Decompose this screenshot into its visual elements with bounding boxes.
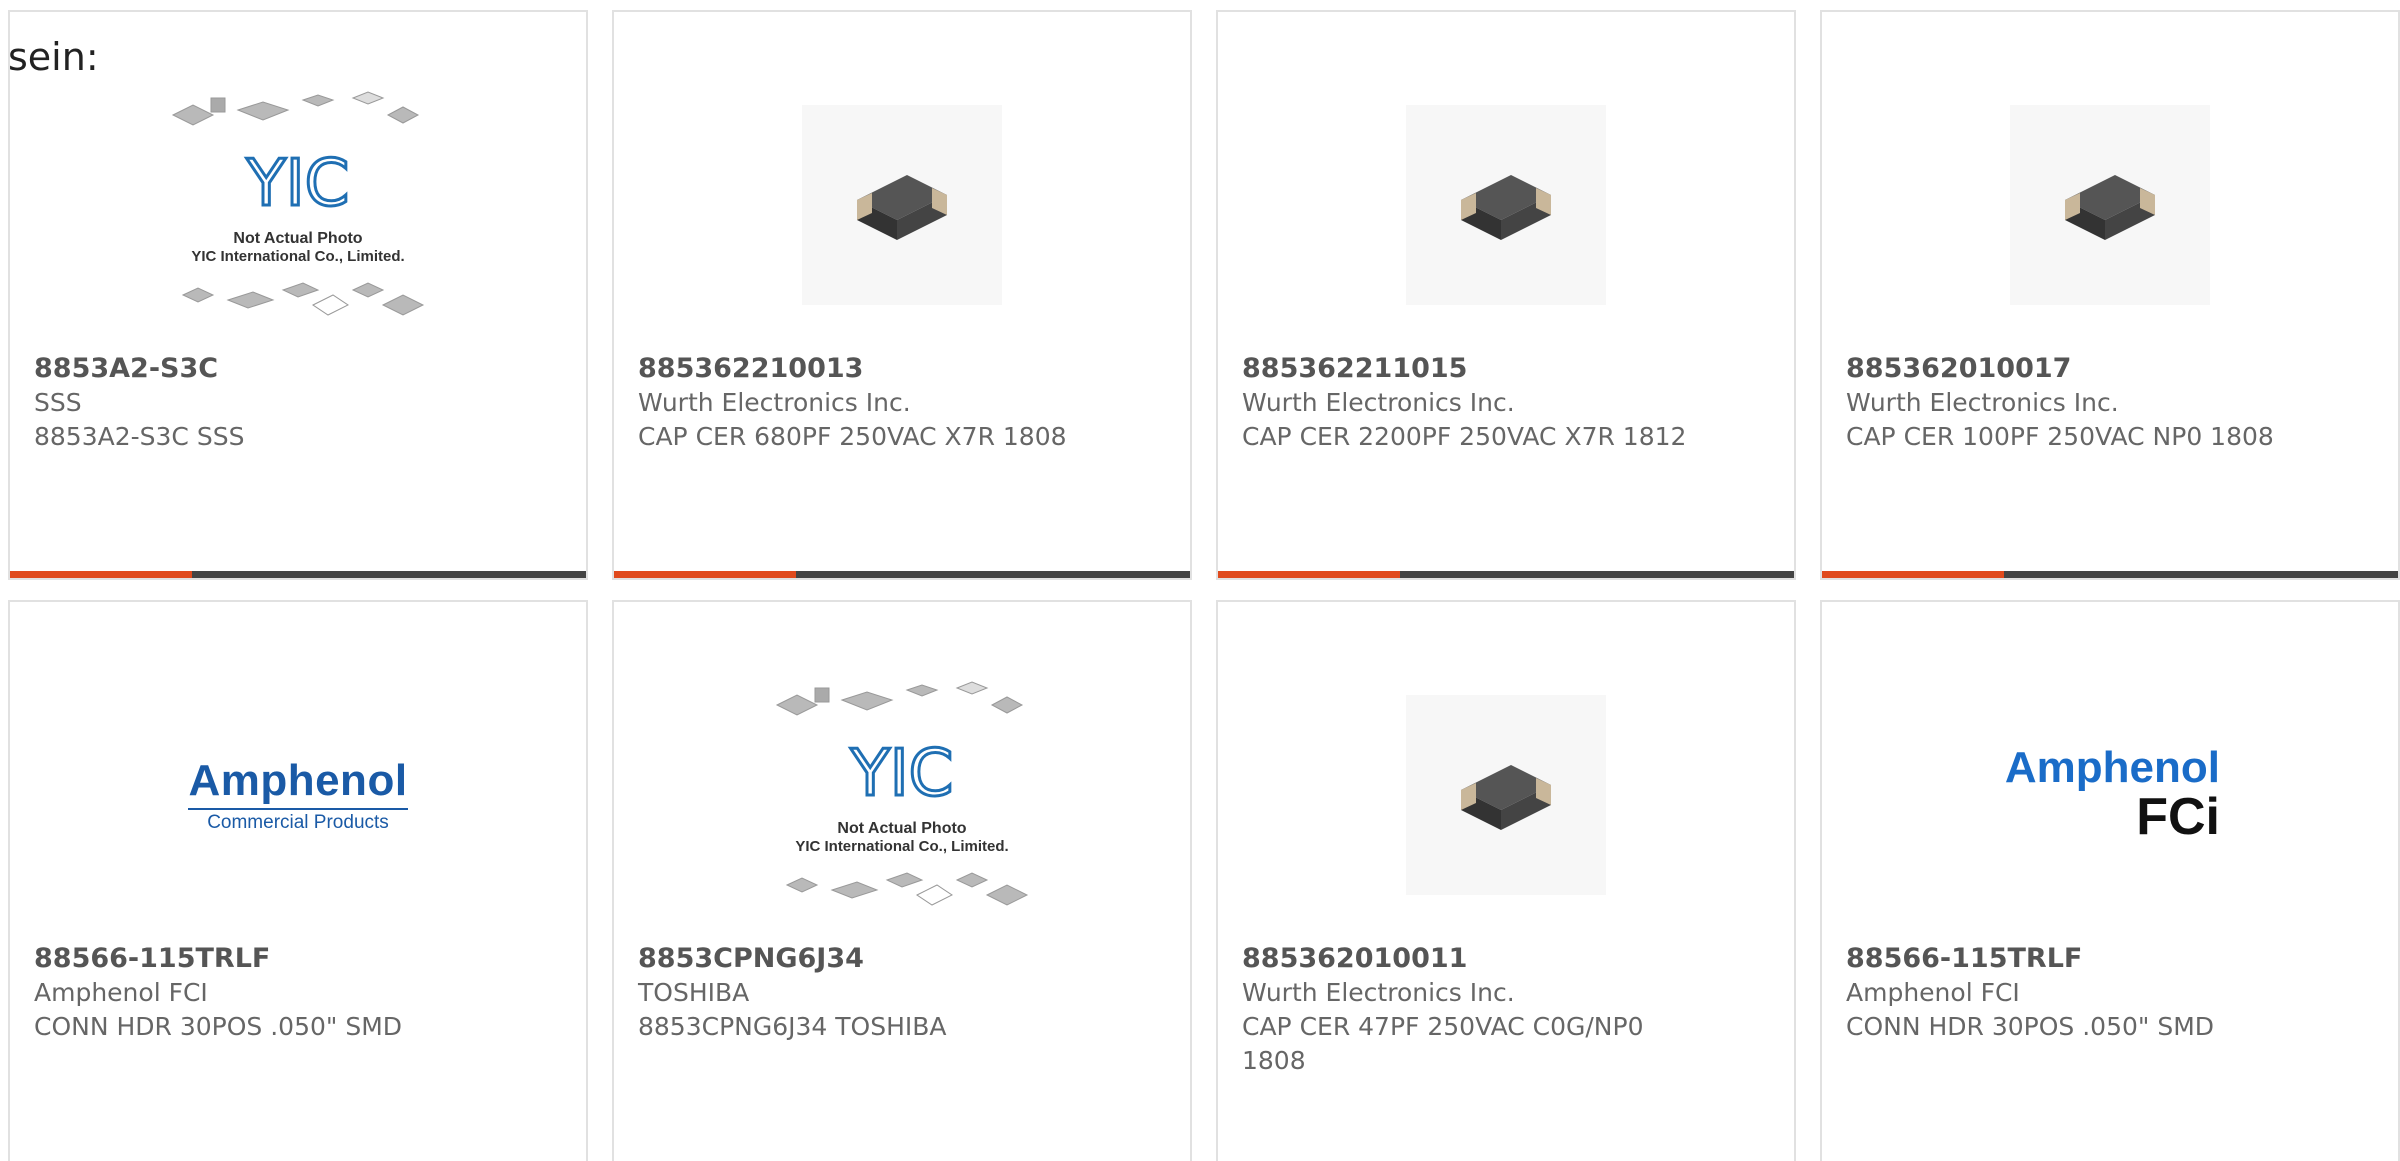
product-card[interactable]: Amphenol FCi 88566-115TRLF Amphenol FCI … — [1820, 600, 2400, 1161]
capacitor-image — [1406, 695, 1606, 895]
capacitor-icon — [1461, 175, 1551, 240]
amphenol-logo: Amphenol Commercial Products — [188, 756, 408, 834]
product-info: 8853A2-S3C SSS 8853A2-S3C SSS — [34, 352, 562, 454]
bar-accent — [614, 571, 796, 578]
capacitor-image — [2010, 105, 2210, 305]
product-card[interactable]: 885362010017 Wurth Electronics Inc. CAP … — [1820, 10, 2400, 580]
product-info: 8853CPNG6J34 TOSHIBA 8853CPNG6J34 TOSHIB… — [638, 942, 1166, 1044]
part-number-link[interactable]: 885362211015 — [1242, 352, 1770, 386]
product-card[interactable]: YIC Not Actual Photo YIC International C… — [612, 600, 1192, 1161]
product-info: 88566-115TRLF Amphenol FCI CONN HDR 30PO… — [34, 942, 562, 1044]
bar-accent — [1218, 571, 1400, 578]
logo-sub-text: Commercial Products — [188, 808, 408, 834]
description: CAP CER 680PF 250VAC X7R 1808 — [638, 422, 1067, 451]
manufacturer: Wurth Electronics Inc. — [1846, 388, 2119, 417]
product-info: 885362211015 Wurth Electronics Inc. CAP … — [1242, 352, 1770, 454]
product-info: 88566-115TRLF Amphenol FCI CONN HDR 30PO… — [1846, 942, 2374, 1044]
svg-text:Not Actual Photo: Not Actual Photo — [837, 820, 966, 837]
product-card[interactable]: 885362210013 Wurth Electronics Inc. CAP … — [612, 10, 1192, 580]
capacitor-icon — [2065, 175, 2155, 240]
intro-text: sein: — [8, 35, 99, 79]
description: CONN HDR 30POS .050" SMD — [34, 1012, 403, 1041]
manufacturer: Wurth Electronics Inc. — [1242, 388, 1515, 417]
part-number-link[interactable]: 885362010017 — [1846, 352, 2374, 386]
svg-text:YIC: YIC — [850, 737, 954, 811]
bar-accent — [1822, 571, 2004, 578]
product-card[interactable]: 885362211015 Wurth Electronics Inc. CAP … — [1216, 10, 1796, 580]
manufacturer: Amphenol FCI — [34, 978, 208, 1007]
svg-text:YIC: YIC — [246, 147, 350, 221]
manufacturer: Wurth Electronics Inc. — [638, 388, 911, 417]
manufacturer: TOSHIBA — [638, 978, 750, 1007]
card-progress-bar — [1822, 571, 2398, 578]
logo-main-text: Amphenol — [2004, 742, 2220, 792]
product-image[interactable] — [1218, 60, 1794, 350]
manufacturer: Amphenol FCI — [1846, 978, 2020, 1007]
card-progress-bar — [1218, 571, 1794, 578]
product-info: 885362010017 Wurth Electronics Inc. CAP … — [1846, 352, 2374, 454]
product-grid-page: sein: YIC Not Actual Photo YIC Internati… — [0, 0, 2400, 1161]
description: CONN HDR 30POS .050" SMD — [1846, 1012, 2215, 1041]
capacitor-icon — [1461, 765, 1551, 830]
capacitor-image — [802, 105, 1002, 305]
product-grid: YIC Not Actual Photo YIC International C… — [8, 10, 2400, 1161]
part-number-link[interactable]: 88566-115TRLF — [34, 942, 562, 976]
placeholder-photo-icon: YIC Not Actual Photo YIC International C… — [775, 681, 1029, 906]
svg-text:YIC International Co., Limited: YIC International Co., Limited. — [795, 838, 1008, 855]
product-image[interactable] — [1218, 650, 1794, 940]
part-number-link[interactable]: 8853A2-S3C — [34, 352, 562, 386]
product-image[interactable]: Amphenol FCi — [1822, 650, 2398, 940]
product-info: 885362010011 Wurth Electronics Inc. CAP … — [1242, 942, 1770, 1078]
product-card[interactable]: 885362010011 Wurth Electronics Inc. CAP … — [1216, 600, 1796, 1161]
capacitor-icon — [857, 175, 947, 240]
placeholder-photo-icon: YIC Not Actual Photo YIC International C… — [171, 91, 425, 316]
product-image[interactable]: Amphenol Commercial Products — [10, 650, 586, 940]
part-number-link[interactable]: 885362010011 — [1242, 942, 1770, 976]
capacitor-image — [1406, 105, 1606, 305]
product-card[interactable]: Amphenol Commercial Products 88566-115TR… — [8, 600, 588, 1161]
amphenol-fci-logo: Amphenol FCi — [2000, 742, 2220, 846]
product-image[interactable] — [1822, 60, 2398, 350]
product-image[interactable]: YIC Not Actual Photo YIC International C… — [614, 650, 1190, 940]
logo-sub-text: FCi — [2136, 787, 2220, 846]
svg-text:Not Actual Photo: Not Actual Photo — [233, 230, 362, 247]
part-number-link[interactable]: 88566-115TRLF — [1846, 942, 2374, 976]
product-info: 885362210013 Wurth Electronics Inc. CAP … — [638, 352, 1166, 454]
card-progress-bar — [614, 571, 1190, 578]
product-image[interactable]: YIC Not Actual Photo YIC International C… — [10, 60, 586, 350]
svg-text:YIC International Co., Limited: YIC International Co., Limited. — [191, 248, 404, 265]
description: 8853A2-S3C SSS — [34, 422, 245, 451]
description: CAP CER 47PF 250VAC C0G/NP0 1808 — [1242, 1012, 1644, 1075]
card-progress-bar — [10, 571, 586, 578]
logo-main-text: Amphenol — [188, 756, 408, 805]
description: CAP CER 2200PF 250VAC X7R 1812 — [1242, 422, 1687, 451]
description: CAP CER 100PF 250VAC NP0 1808 — [1846, 422, 2274, 451]
product-image[interactable] — [614, 60, 1190, 350]
manufacturer: SSS — [34, 388, 82, 417]
description: 8853CPNG6J34 TOSHIBA — [638, 1012, 947, 1041]
product-card[interactable]: YIC Not Actual Photo YIC International C… — [8, 10, 588, 580]
manufacturer: Wurth Electronics Inc. — [1242, 978, 1515, 1007]
part-number-link[interactable]: 8853CPNG6J34 — [638, 942, 1166, 976]
bar-accent — [10, 571, 192, 578]
part-number-link[interactable]: 885362210013 — [638, 352, 1166, 386]
